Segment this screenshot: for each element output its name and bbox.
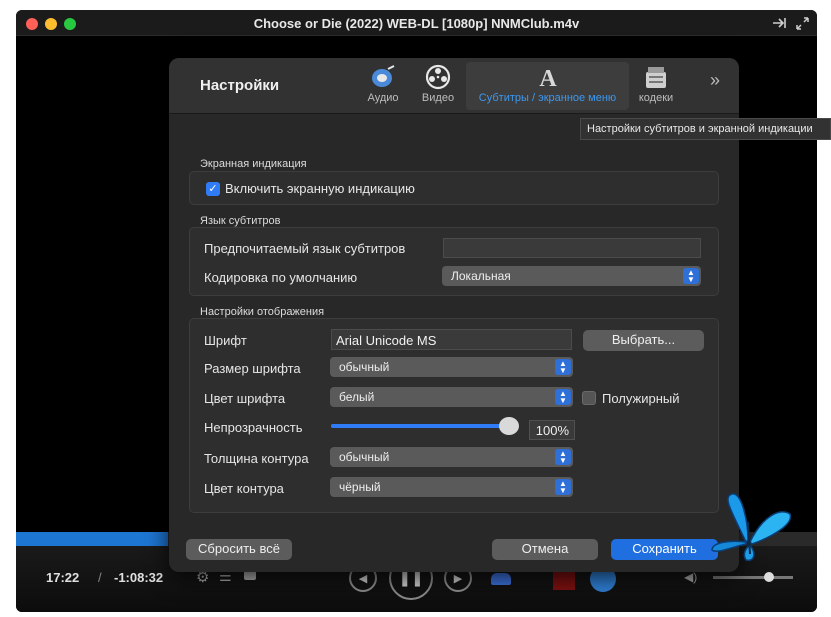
elapsed-time: 17:22	[46, 570, 80, 585]
font-color-popup[interactable]: белый ▲ ▼	[330, 387, 573, 407]
chevron-up-down-icon: ▲ ▼	[555, 389, 571, 405]
bold-label[interactable]: Полужирный	[602, 391, 680, 406]
opacity-label: Непрозрачность	[204, 420, 303, 435]
osd-section-label: Экранная индикация	[200, 158, 307, 170]
chevron-up-down-icon: ▲ ▼	[555, 359, 571, 375]
font-label: Шрифт	[204, 333, 247, 348]
fullscreen-icon[interactable]	[796, 17, 809, 30]
preferred-language-label: Предпочитаемый язык субтитров	[204, 241, 406, 256]
outline-width-value: обычный	[339, 450, 390, 464]
chevron-up-down-icon: ▲ ▼	[683, 268, 699, 284]
outline-color-value: чёрный	[339, 480, 381, 494]
opacity-slider-knob[interactable]	[499, 417, 519, 435]
app-icon-1[interactable]	[553, 570, 575, 590]
bold-checkbox[interactable]	[582, 391, 596, 405]
tab-tooltip: Настройки субтитров и экранной индикации	[580, 118, 831, 140]
font-size-label: Размер шрифта	[204, 361, 301, 376]
tab-audio-label: Аудио	[367, 92, 399, 104]
sub-lang-section-label: Язык субтитров	[200, 215, 281, 227]
remaining-time[interactable]: -1:08:32	[114, 570, 163, 585]
default-encoding-label: Кодировка по умолчанию	[204, 270, 358, 285]
font-color-value: белый	[339, 390, 375, 404]
default-encoding-popup[interactable]: Локальная ▲ ▼	[442, 266, 701, 286]
preferred-language-field[interactable]	[443, 238, 701, 258]
font-field[interactable]: Arial Unicode MS	[331, 329, 572, 350]
dialog-title: Настройки	[200, 77, 280, 94]
opacity-slider[interactable]	[331, 424, 511, 428]
title-bar: Choose or Die (2022) WEB-DL [1080p] NNMC…	[16, 10, 817, 36]
tab-video-label: Видео	[421, 92, 455, 104]
sub-lang-group: Предпочитаемый язык субтитров Кодировка …	[189, 227, 719, 296]
butterfly-icon	[711, 493, 792, 562]
volume-knob[interactable]	[764, 572, 774, 582]
chevron-up-down-icon: ▲ ▼	[555, 479, 571, 495]
default-encoding-value: Локальная	[451, 269, 511, 283]
codecs-icon	[646, 67, 666, 88]
font-color-label: Цвет шрифта	[204, 391, 286, 406]
outline-width-label: Толщина контура	[204, 451, 309, 466]
enable-osd-checkbox[interactable]: ✓	[206, 182, 220, 196]
tab-codecs-label: кодеки	[638, 92, 674, 104]
tab-subtitles[interactable]: A Субтитры / экранное меню	[466, 62, 629, 110]
opacity-slider-fill	[331, 424, 511, 428]
display-section-label: Настройки отображения	[200, 306, 325, 318]
svg-text:A: A	[539, 66, 557, 89]
letter-a-icon: A	[539, 66, 557, 89]
dialog-header: Настройки Аудио Видео A Субтитры / экран…	[169, 58, 739, 114]
font-size-popup[interactable]: обычный ▲ ▼	[330, 357, 573, 377]
tab-video[interactable]: Видео	[417, 62, 459, 110]
cancel-button[interactable]: Отмена	[492, 539, 598, 560]
tab-audio[interactable]: Аудио	[363, 62, 403, 110]
outline-width-popup[interactable]: обычный ▲ ▼	[330, 447, 573, 467]
audio-icon	[372, 65, 395, 87]
enable-osd-label[interactable]: Включить экранную индикацию	[225, 181, 415, 196]
volume-slider[interactable]	[713, 576, 793, 579]
playback-progress-fill	[16, 532, 169, 546]
outline-color-label: Цвет контура	[204, 481, 284, 496]
reset-all-button[interactable]: Сбросить всё	[186, 539, 292, 560]
airplay-icon[interactable]	[491, 573, 511, 585]
tab-subtitles-label: Субтитры / экранное меню	[478, 92, 617, 104]
osd-group: ✓ Включить экранную индикацию	[189, 171, 719, 205]
film-reel-icon	[425, 64, 451, 90]
pin-icon[interactable]	[772, 17, 788, 29]
tab-codecs[interactable]: кодеки	[634, 62, 678, 110]
font-size-value: обычный	[339, 360, 390, 374]
chevron-up-down-icon: ▲ ▼	[555, 449, 571, 465]
time-separator: /	[98, 570, 102, 585]
outline-color-popup[interactable]: чёрный ▲ ▼	[330, 477, 573, 497]
more-tabs-icon[interactable]: »	[710, 70, 720, 91]
window-title: Choose or Die (2022) WEB-DL [1080p] NNMC…	[253, 16, 580, 31]
opacity-value-field[interactable]: 100%	[529, 420, 575, 440]
choose-font-button[interactable]: Выбрать...	[583, 330, 704, 351]
volume-icon[interactable]: ◀)	[684, 570, 697, 584]
